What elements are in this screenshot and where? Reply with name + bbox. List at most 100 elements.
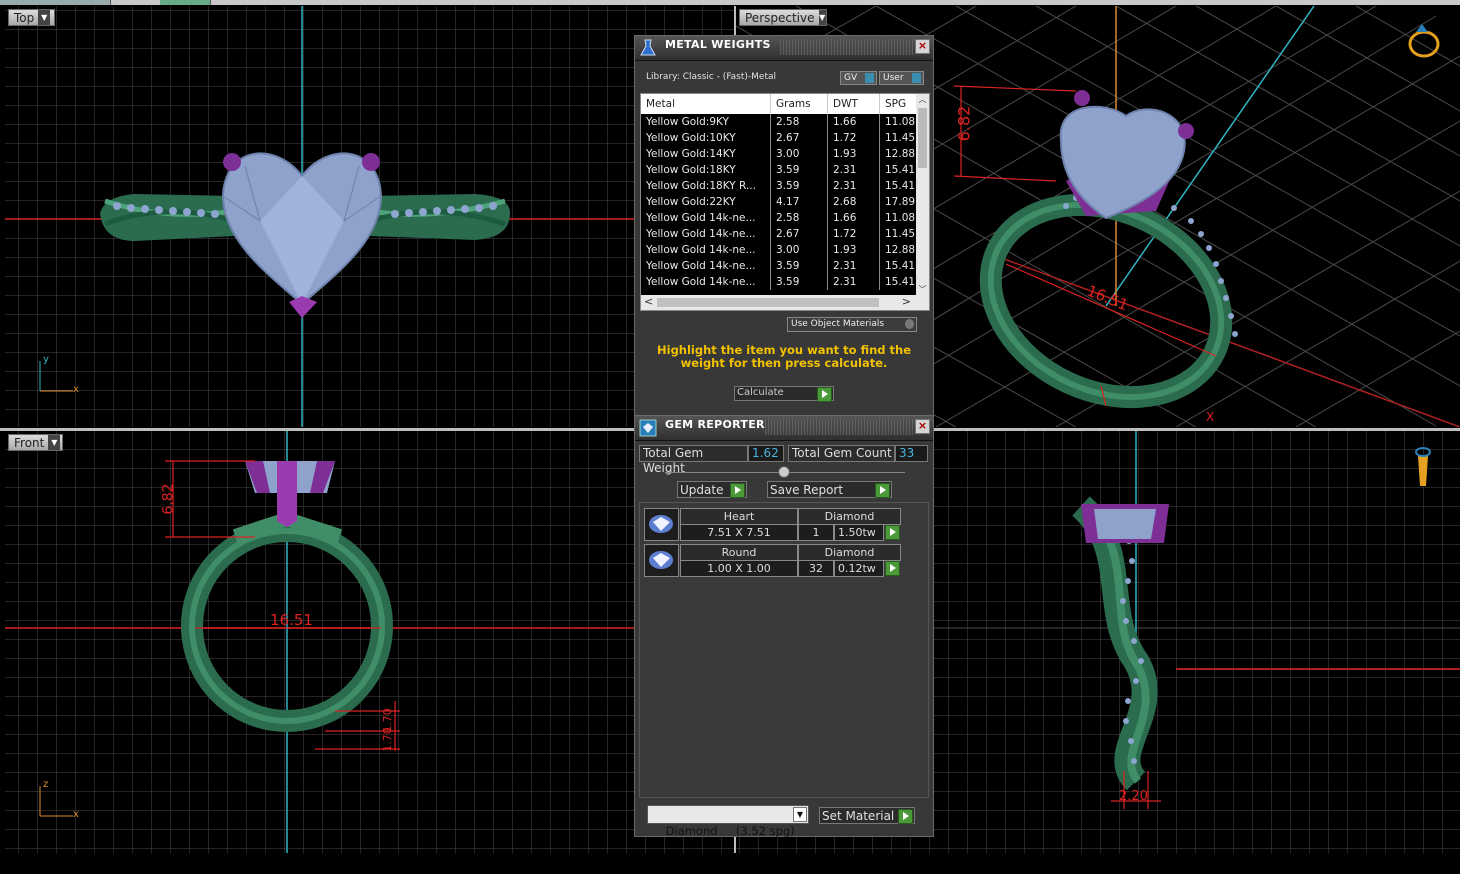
play-arrow-icon	[817, 387, 832, 402]
cell-dwt: 1.93	[827, 242, 880, 258]
instruction-text: Highlight the item you want to find the …	[657, 343, 911, 370]
cell-grams: 2.67	[770, 130, 828, 146]
dimension-label-height: 6.82	[160, 483, 177, 515]
scroll-right-icon[interactable]: >	[902, 295, 911, 308]
play-arrow-icon	[885, 525, 900, 540]
viewport-label-perspective[interactable]: Perspective ▼	[739, 9, 827, 26]
gem-size: 7.51 X 7.51	[680, 524, 798, 541]
table-row[interactable]: Yellow Gold:22KY 4.17 2.68 17.89	[641, 194, 924, 210]
gem-reporter-panel: GEM REPORTER × Total Gem Weight 1.62 Tot…	[634, 415, 934, 838]
scroll-up-icon[interactable]: ︿	[916, 94, 929, 106]
chevron-down-icon[interactable]: ▼	[793, 807, 807, 822]
user-toggle[interactable]: User	[879, 71, 924, 85]
gem-thumbnail-icon[interactable]	[644, 544, 679, 577]
table-row[interactable]: Yellow Gold:14KY 3.00 1.93 12.88	[641, 146, 924, 162]
play-arrow-icon	[875, 483, 890, 498]
divider-knob-icon[interactable]	[778, 466, 790, 478]
front-grid-canvas	[5, 431, 734, 853]
chevron-down-icon[interactable]: ▼	[818, 10, 826, 25]
scroll-thumb[interactable]	[918, 108, 927, 168]
close-icon[interactable]: ×	[915, 39, 930, 54]
gem-reporter-title: GEM REPORTER	[665, 418, 765, 431]
gem-count: 32	[798, 560, 834, 577]
col-header-grams[interactable]: Grams	[770, 94, 828, 114]
table-row[interactable]: Yellow Gold 14k-ne... 3.59 2.31 15.41	[641, 274, 924, 290]
save-report-label: Save Report	[770, 483, 844, 497]
viewport-top[interactable]: Top ▼ y x	[5, 6, 734, 427]
cell-grams: 3.59	[770, 162, 828, 178]
col-header-dwt[interactable]: DWT	[827, 94, 880, 114]
set-material-label: Set Material	[822, 809, 895, 823]
toolbar-tab[interactable]	[60, 0, 111, 5]
table-row[interactable]: Yellow Gold:9KY 2.58 1.66 11.08	[641, 114, 924, 130]
dimension-label-height: 6.82	[954, 105, 974, 142]
top-toolbar-strip	[0, 0, 1460, 5]
gem-thumbnail-icon[interactable]	[644, 508, 679, 541]
cell-grams: 2.58	[770, 114, 828, 130]
gem-weight: 1.50tw	[834, 524, 884, 541]
metal-weights-header[interactable]: METAL WEIGHTS ×	[635, 36, 933, 61]
viewport-label-front[interactable]: Front ▼	[8, 434, 63, 451]
gem-material: Diamond	[798, 544, 901, 561]
flask-icon	[640, 39, 656, 56]
table-row[interactable]: Yellow Gold:10KY 2.67 1.72 11.45	[641, 130, 924, 146]
gem-row-play-button[interactable]	[885, 525, 900, 543]
cell-grams: 2.67	[770, 226, 828, 242]
scroll-left-icon[interactable]: <	[644, 295, 653, 308]
viewport-label-text: Top	[14, 10, 35, 25]
gv-toggle-label: GV	[844, 73, 858, 83]
panel-drag-grip[interactable]	[765, 419, 913, 435]
toolbar-tab[interactable]	[160, 0, 211, 5]
gv-toggle[interactable]: GV	[840, 71, 877, 85]
cell-metal: Yellow Gold:10KY	[641, 130, 771, 146]
table-row[interactable]: Yellow Gold:18KY R... 3.59 2.31 15.41	[641, 178, 924, 194]
material-select[interactable]: Diamond (3.52 spg) ▼	[647, 805, 809, 838]
metal-table-container[interactable]: Metal Grams DWT SPG Yellow Gold:9KY 2.58 1…	[640, 93, 930, 311]
vertical-scrollbar[interactable]: ︿ ﹀	[916, 94, 929, 295]
cell-metal: Yellow Gold:9KY	[641, 114, 771, 130]
col-header-metal[interactable]: Metal	[641, 94, 771, 114]
total-gem-weight-value: 1.62	[748, 445, 784, 462]
table-row[interactable]: Yellow Gold 14k-ne... 3.00 1.93 12.88	[641, 242, 924, 258]
use-object-materials-label: Use Object Materials	[791, 319, 885, 329]
gem-material: Diamond	[798, 508, 901, 525]
gem-reporter-header[interactable]: GEM REPORTER ×	[635, 416, 933, 441]
chevron-down-icon[interactable]: ▼	[38, 10, 51, 25]
close-icon[interactable]: ×	[915, 419, 930, 434]
gem-row-play-button[interactable]	[885, 561, 900, 579]
material-select-value: Diamond (3.52 spg)	[665, 824, 795, 838]
use-object-materials-toggle[interactable]: Use Object Materials	[787, 317, 917, 332]
h-scroll-thumb[interactable]	[657, 298, 879, 307]
save-report-button[interactable]: Save Report	[767, 481, 892, 498]
update-button[interactable]: Update	[677, 481, 747, 498]
table-row[interactable]: Yellow Gold 14k-ne... 3.59 2.31 15.41	[641, 258, 924, 274]
toolbar-tab[interactable]	[0, 0, 61, 5]
table-row[interactable]: Yellow Gold:18KY 3.59 2.31 15.41	[641, 162, 924, 178]
cell-metal: Yellow Gold 14k-ne...	[641, 226, 771, 242]
chevron-down-icon[interactable]: ▼	[48, 435, 61, 450]
cell-metal: Yellow Gold:18KY R...	[641, 178, 771, 194]
viewport-label-top[interactable]: Top ▼	[8, 9, 55, 26]
horizontal-scrollbar[interactable]: < >	[641, 295, 929, 310]
gem-row[interactable]: Heart Diamond 7.51 X 7.51 1 1.50tw	[644, 508, 906, 542]
dimension-label-b: 1.70	[380, 727, 394, 752]
set-material-button[interactable]: Set Material	[819, 807, 915, 824]
gem-report-icon	[639, 419, 657, 437]
metal-weights-table: Metal Grams DWT SPG Yellow Gold:9KY 2.58 1…	[641, 94, 924, 290]
cell-metal: Yellow Gold:18KY	[641, 162, 771, 178]
calculate-button[interactable]: Calculate	[734, 386, 834, 402]
library-label: Library: Classic - (Fast)-Metal	[646, 72, 777, 82]
cell-dwt: 2.31	[827, 162, 880, 178]
cell-grams: 3.00	[770, 146, 828, 162]
panel-drag-grip[interactable]	[780, 39, 913, 55]
cell-metal: Yellow Gold 14k-ne...	[641, 274, 771, 290]
viewport-front[interactable]: Front ▼ 6.82 16.51 1.70 1.70 z x	[5, 431, 734, 853]
cell-grams: 4.17	[770, 194, 828, 210]
scroll-down-icon[interactable]: ﹀	[916, 284, 929, 295]
table-row[interactable]: Yellow Gold 14k-ne... 2.67 1.72 11.45	[641, 226, 924, 242]
table-row[interactable]: Yellow Gold 14k-ne... 2.58 1.66 11.08	[641, 210, 924, 226]
gem-row[interactable]: Round Diamond 1.00 X 1.00 32 0.12tw	[644, 544, 906, 578]
play-arrow-icon	[730, 483, 745, 498]
gem-weight: 0.12tw	[834, 560, 884, 577]
cell-dwt: 2.31	[827, 274, 880, 290]
